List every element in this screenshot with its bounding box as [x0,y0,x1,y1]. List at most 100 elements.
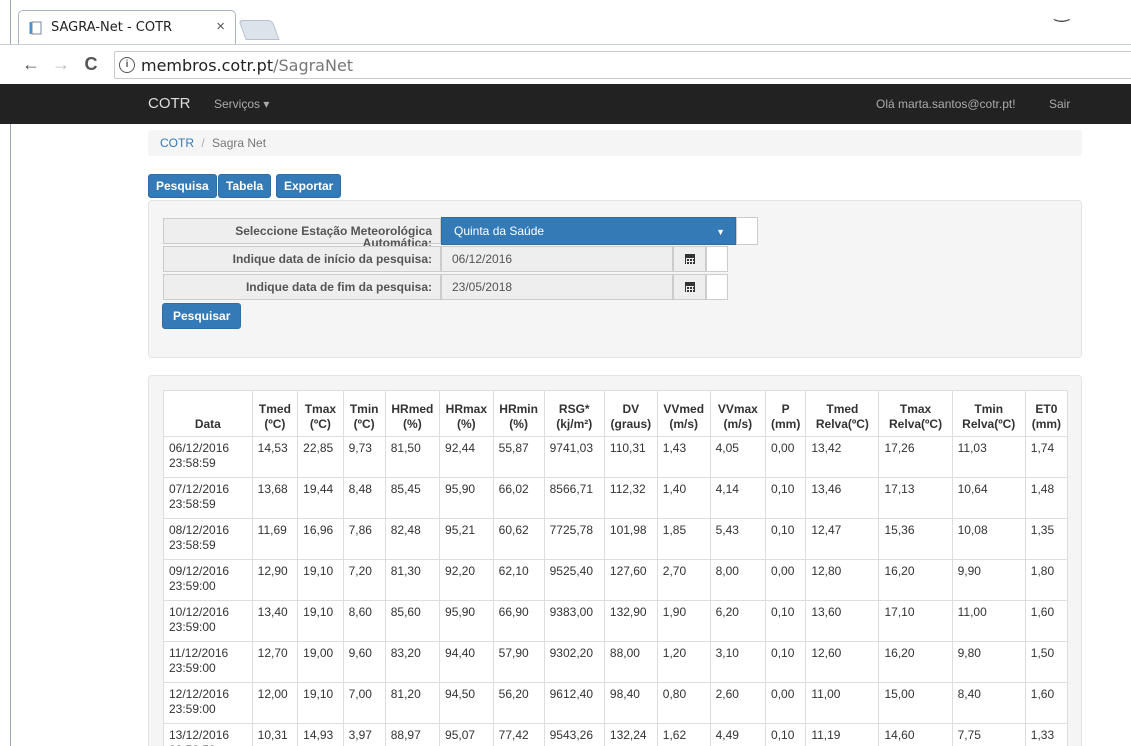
table-cell: 94,40 [439,641,494,683]
caret-down-icon: ▼ [716,227,725,237]
table-cell: 81,50 [384,436,441,478]
table-cell: 9543,26 [543,723,605,746]
table-cell: 12,90 [251,559,299,601]
date-value: 07/12/2016 [169,482,230,496]
table-cell: 94,50 [439,682,494,724]
table-cell: 9302,20 [543,641,605,683]
table-cell: 19,10 [297,559,344,601]
search-tab-button[interactable]: Pesquisa [148,174,217,198]
column-header: VVmax (m/s) [709,390,767,437]
url-path: /SagraNet [273,56,354,75]
station-select-addon [736,217,758,245]
column-header-line2: Data [194,417,221,431]
table-cell: 10,31 [251,723,299,746]
column-header-line2: Relva(ºC) [962,417,1016,431]
table-cell: 16,20 [878,559,953,601]
tab-title: SAGRA-Net - COTR [51,20,173,35]
column-header-line2: (ºC) [264,417,286,431]
breadcrumb-home[interactable]: COTR [160,136,194,150]
column-header-line1: Tmax [304,402,337,416]
back-icon[interactable]: ← [20,53,42,75]
table-cell: 1,40 [656,477,711,519]
brand-link[interactable]: COTR [148,95,191,112]
column-header-line1: RSG* [558,402,590,416]
table-cell: 7,86 [342,518,386,560]
column-header-line2: (graus) [610,417,652,431]
start-date-input[interactable]: 06/12/2016 [441,246,673,272]
table-cell: 2,60 [709,682,767,724]
station-select[interactable]: Quinta da Saúde ▼ [441,217,736,245]
breadcrumb: COTR / Sagra Net [148,130,1082,156]
info-icon[interactable]: i [119,57,135,73]
table-cell: 0,10 [765,641,807,683]
time-value: 23:59:00 [169,702,216,716]
table-cell: 85,45 [384,477,441,519]
date-cell: 13/12/201623:58:59 [163,723,253,746]
column-header: DV (graus) [603,390,658,437]
table-cell: 0,00 [765,436,807,478]
table-cell: 8,00 [709,559,767,601]
column-header-line2: Relva(ºC) [889,417,943,431]
column-header-line2: Relva(ºC) [815,417,869,431]
column-header-line2: (m/s) [669,417,699,431]
url-field[interactable]: i membros.cotr.pt/SagraNet [114,51,1131,79]
table-cell: 77,42 [492,723,545,746]
table-cell: 81,30 [384,559,441,601]
table-cell: 3,97 [342,723,386,746]
table-cell: 1,60 [1024,682,1069,724]
new-tab-button[interactable] [238,20,280,40]
date-value: 12/12/2016 [169,687,230,701]
table-cell: 12,80 [805,559,880,601]
end-date-calendar-button[interactable] [673,274,706,300]
table-cell: 13,46 [805,477,880,519]
table-row: 13/12/201623:58:5910,3114,933,9788,9795,… [163,723,1069,746]
search-submit-button[interactable]: Pesquisar [162,303,242,329]
table-cell: 95,07 [439,723,494,746]
export-button[interactable]: Exportar [276,174,342,198]
end-date-label: Indique data de fim da pesquisa: [163,274,441,300]
table-cell: 11,19 [805,723,880,746]
table-cell: 1,85 [656,518,711,560]
column-header-line1: HRmax [445,402,488,416]
url-text[interactable]: membros.cotr.pt/SagraNet [141,56,353,75]
reload-icon[interactable]: C [80,53,102,75]
column-header-line2: (m/s) [723,417,753,431]
table-row: 07/12/2016 23:58:59 13,68 19,44 8,48 85,45 95,… [163,477,1069,519]
table-tab-button[interactable]: Tabela [218,174,272,198]
table-cell: 19,00 [297,641,344,683]
forward-icon[interactable]: → [50,53,72,75]
column-header-line2: (mm) [1031,417,1062,431]
close-tab-icon[interactable]: × [216,18,225,35]
column-header: RSG* (kj/m²) [543,390,605,437]
column-header-line1: Tmin [349,402,379,416]
column-header-line1: Tmed [258,402,291,416]
column-header: HRmin (%) [492,390,545,437]
browser-tab[interactable]: SAGRA-Net - COTR × [18,10,236,44]
table-cell: 11,69 [251,518,299,560]
end-date-input[interactable]: 23/05/2018 [441,274,673,300]
table-row: 11/12/2016 23:59:00 12,70 19,00 9,60 83,20 94,… [163,641,1069,683]
table-cell: 19,10 [297,682,344,724]
start-date-calendar-button[interactable] [673,246,706,272]
user-greeting[interactable]: Olá marta.santos@cotr.pt! [876,97,1016,111]
date-value: 08/12/2016 [169,523,230,537]
table-header-row: Data Tmed (ºC) Tmax (ºC) Tmin (ºC) HRmed (%) HRma… [163,390,1069,437]
table-cell: 3,10 [709,641,767,683]
table-cell: 1,80 [1024,559,1069,601]
services-menu[interactable]: Serviços ▾ [214,97,269,111]
minimize-icon[interactable]: ‿ [1055,2,1069,23]
table-row: 09/12/2016 23:59:00 12,90 19,10 7,20 81,30 92,… [163,559,1069,601]
table-cell: 85,60 [384,600,441,642]
date-cell: 11/12/2016 23:59:00 [163,641,253,683]
table-cell: 82,48 [384,518,441,560]
table-cell: 19,10 [297,600,344,642]
table-cell: 19,44 [297,477,344,519]
logout-link[interactable]: Sair [1049,97,1070,111]
table-cell: 11,03 [951,436,1026,478]
table-cell: 15,00 [878,682,953,724]
table-cell: 88,00 [603,641,658,683]
breadcrumb-current: Sagra Net [212,136,267,150]
date-value: 10/12/2016 [169,605,230,619]
table-cell: 1,74 [1024,436,1069,478]
column-header-line1: Tmax [899,402,932,416]
